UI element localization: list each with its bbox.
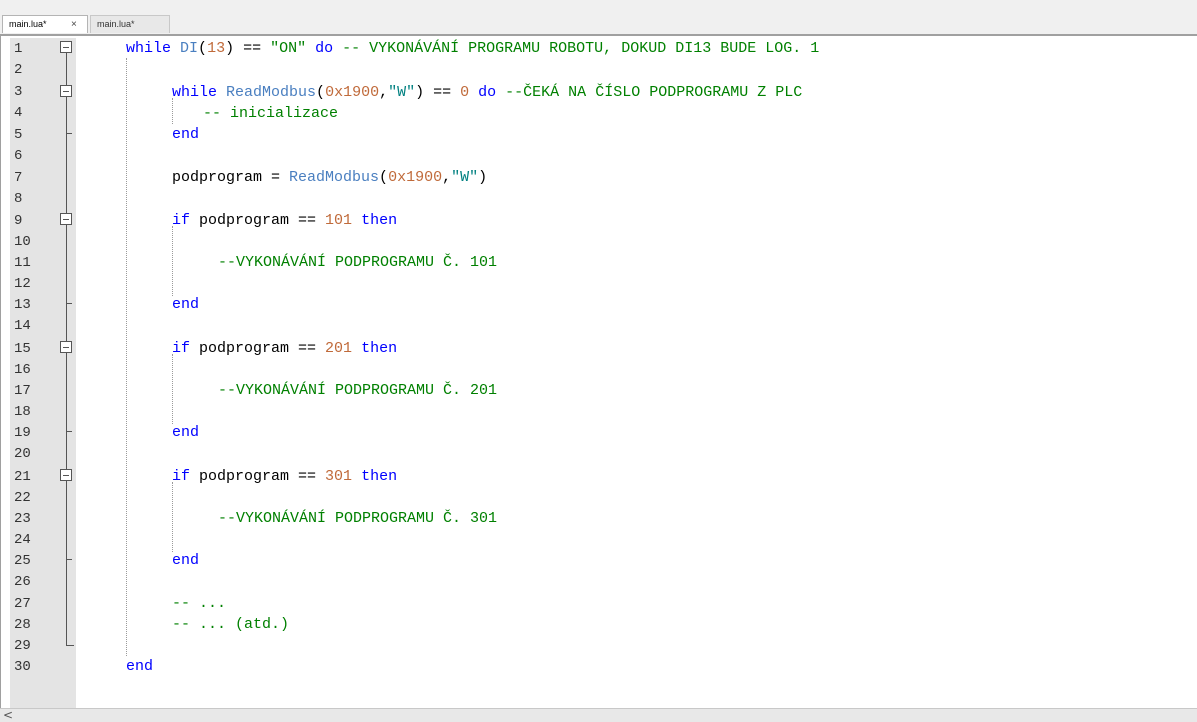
line-number: 4 [14,105,23,121]
tab-bar: main.lua* × main.lua* [0,0,1197,34]
line-number: 15 [14,341,31,357]
code-line-30: end [126,658,154,675]
fold-end-tick [66,431,72,432]
line-number: 17 [14,383,31,399]
line-number: 9 [14,213,23,229]
scroll-left-icon[interactable]: < [3,709,13,722]
line-number: 11 [14,255,31,271]
line-number: 8 [14,191,23,207]
line-number: 10 [14,234,31,250]
line-number: 6 [14,148,23,164]
line-number: 25 [14,553,31,569]
close-icon[interactable]: × [71,16,77,33]
tab-label: main.lua* [9,19,47,29]
fold-toggle-icon[interactable] [60,41,72,53]
line-number: 28 [14,617,31,633]
tab-label: main.lua* [97,19,135,29]
line-number: 24 [14,532,31,548]
line-number: 13 [14,297,31,313]
line-number: 29 [14,638,31,654]
code-line-27: -- ... [172,595,227,612]
line-number: 7 [14,170,23,186]
line-number: 23 [14,511,31,527]
line-number: 20 [14,446,31,462]
fold-toggle-icon[interactable] [60,213,72,225]
line-number: 22 [14,490,31,506]
code-line-3: while ReadModbus(0x1900,"W") == 0 do --Č… [172,84,803,101]
line-number: 18 [14,404,31,420]
tab-main-lua[interactable]: main.lua* [90,15,170,33]
line-number: 21 [14,469,31,485]
indent-guide [172,354,173,424]
code-line-15: if podprogram == 201 then [172,340,398,357]
line-number: 27 [14,596,31,612]
code-line-5: end [172,126,200,143]
code-line-11: --VYKONÁVÁNÍ PODPROGRAMU Č. 101 [218,254,498,271]
line-number: 30 [14,659,31,675]
indent-guide [126,58,127,656]
line-number: 1 [14,41,23,57]
fold-toggle-icon[interactable] [60,85,72,97]
code-line-4: -- inicializace [203,105,339,122]
fold-end-tick [66,559,72,560]
line-number: 26 [14,574,31,590]
line-number: 2 [14,62,23,78]
code-line-19: end [172,424,200,441]
tab-main-lua-active[interactable]: main.lua* × [2,15,88,33]
fold-end-tick [66,645,74,646]
code-line-25: end [172,552,200,569]
code-line-17: --VYKONÁVÁNÍ PODPROGRAMU Č. 201 [218,382,498,399]
indent-guide [172,98,173,124]
code-line-1: while DI(13) == "ON" do -- VYKONÁVÁNÍ PR… [126,40,820,57]
line-number: 19 [14,425,31,441]
fold-end-tick [66,133,72,134]
line-number: 12 [14,276,31,292]
line-number: 14 [14,318,31,334]
fold-toggle-icon[interactable] [60,469,72,481]
indent-guide [172,482,173,552]
horizontal-scrollbar[interactable]: < [0,708,1197,722]
line-number: 3 [14,84,23,100]
code-line-21: if podprogram == 301 then [172,468,398,485]
indent-guide [172,226,173,296]
code-line-23: --VYKONÁVÁNÍ PODPROGRAMU Č. 301 [218,510,498,527]
line-number: 16 [14,362,31,378]
code-line-28: -- ... (atd.) [172,616,290,633]
code-line-7: podprogram = ReadModbus(0x1900,"W") [172,169,488,186]
line-number: 5 [14,127,23,143]
code-line-9: if podprogram == 101 then [172,212,398,229]
fold-toggle-icon[interactable] [60,341,72,353]
fold-end-tick [66,303,72,304]
code-line-13: end [172,296,200,313]
